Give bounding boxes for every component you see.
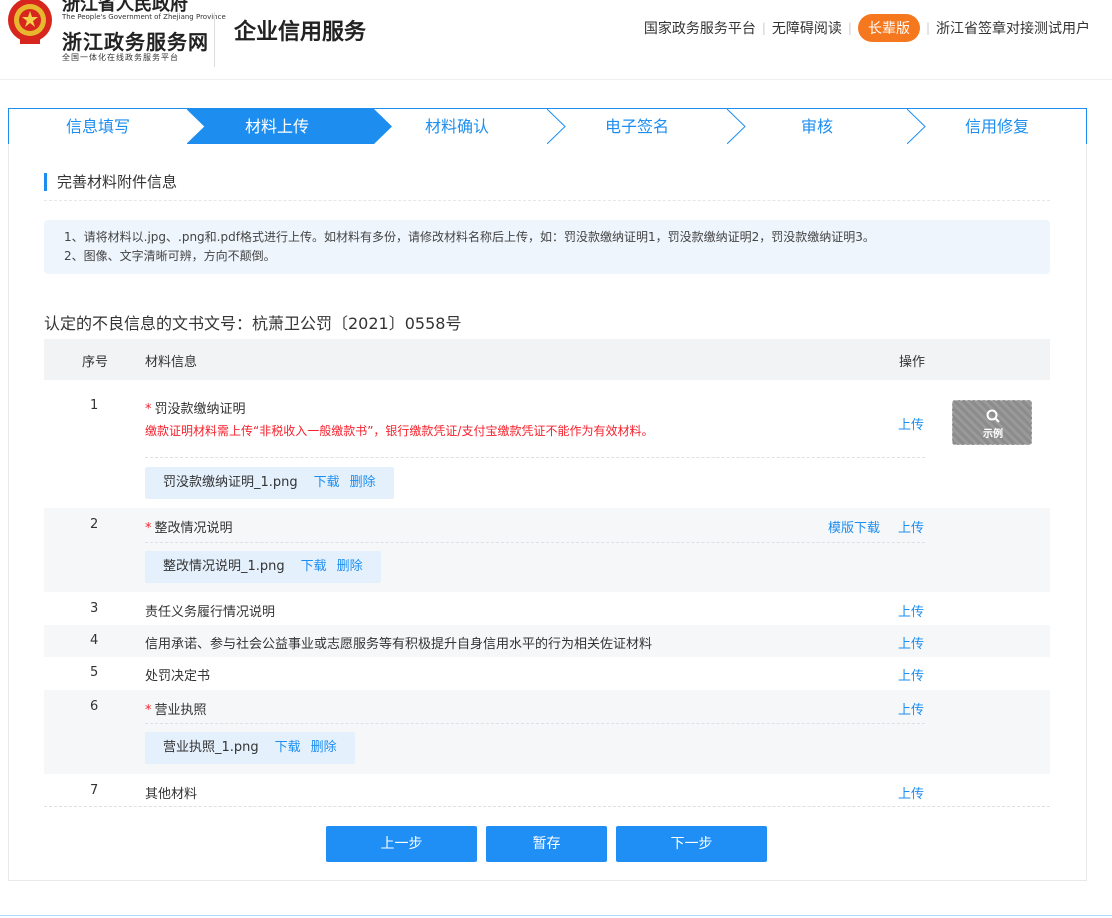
download-link[interactable]: 下载 (275, 740, 301, 755)
file-name: 罚没款缴纳证明_1.png (163, 475, 298, 490)
delete-link[interactable]: 删除 (337, 559, 363, 574)
required-mark: * (145, 402, 152, 417)
link-separator: | (925, 21, 930, 35)
table-row: 5 处罚决定书 上传 (44, 657, 1050, 690)
upload-link[interactable]: 上传 (898, 665, 924, 684)
upload-link[interactable]: 上传 (898, 517, 924, 536)
table-row: 3 责任义务履行情况说明 上传 (44, 592, 1050, 625)
section-title: 完善材料附件信息 (44, 173, 177, 191)
service-title: 企业信用服务 (234, 20, 367, 45)
material-name: 信用承诺、参与社会公益事业或志愿服务等有积极提升自身信用水平的行为相关佐证材料 (145, 637, 653, 652)
top-links: 国家政务服务平台 | 无障碍阅读 | 长辈版 | 浙江省签章对接测试用户 (644, 14, 1090, 42)
accessibility-link[interactable]: 无障碍阅读 (772, 18, 842, 38)
table-row: 2 * 整改情况说明 模版下载 上传 整改情况说明_1.png 下载 删除 (44, 508, 1050, 592)
table-row: 6 * 营业执照 上传 营业执照_1.png 下载 删除 (44, 690, 1050, 774)
delete-link[interactable]: 删除 (350, 475, 376, 490)
portal-name[interactable]: 浙江政务服务网 (62, 26, 209, 55)
material-name: * 整改情况说明 (145, 521, 233, 536)
row-number: 6 (90, 699, 99, 714)
step-material-upload: 材料上传 (244, 117, 309, 136)
template-download-link[interactable]: 模版下载 (828, 517, 880, 536)
row-number: 3 (90, 601, 99, 616)
link-separator: | (761, 21, 766, 35)
upload-link[interactable]: 上传 (898, 601, 924, 620)
table-header: 序号 材料信息 操作 (44, 339, 1050, 380)
table-row: 1 * 罚没款缴纳证明 缴款证明材料需上传“非税收入一般缴款书”，银行缴款凭证/支… (44, 380, 1050, 508)
magnifier-icon (986, 409, 1000, 423)
download-link[interactable]: 下载 (301, 559, 327, 574)
portal-subtitle: 全国一体化在线政务服务平台 (62, 53, 179, 62)
material-name: * 营业执照 (145, 703, 207, 718)
download-link[interactable]: 下载 (314, 475, 340, 490)
header-divider (214, 12, 215, 67)
divider (145, 542, 925, 543)
upload-link[interactable]: 上传 (898, 414, 924, 433)
step-info-fill: 信息填写 (65, 117, 130, 136)
divider (44, 200, 1050, 201)
example-label: 示例 (983, 429, 1003, 440)
material-name: 责任义务履行情况说明 (145, 605, 276, 620)
upload-link[interactable]: 上传 (898, 783, 924, 802)
footer-divider (0, 915, 1112, 916)
progress-steps: 信息填写 材料上传 材料确认 电子签名 审核 信用修复 (8, 108, 1087, 145)
step-e-signature: 电子签名 (604, 117, 669, 136)
required-mark: * (145, 703, 152, 718)
row-number: 1 (90, 398, 99, 413)
upload-link[interactable]: 上传 (898, 633, 924, 652)
divider (145, 723, 925, 724)
next-step-button[interactable]: 下一步 (616, 826, 767, 862)
column-no: 序号 (82, 355, 109, 370)
row-number: 7 (90, 783, 99, 798)
divider (44, 806, 1050, 807)
step-material-confirm: 材料确认 (424, 117, 489, 136)
upload-link[interactable]: 上传 (898, 699, 924, 718)
required-mark: * (145, 521, 152, 536)
material-warning: 缴款证明材料需上传“非税收入一般缴款书”，银行缴款凭证/支付宝缴款凭证不能作为有… (145, 424, 654, 438)
column-info: 材料信息 (145, 355, 198, 370)
row-number: 4 (90, 633, 99, 648)
column-operation: 操作 (899, 355, 926, 370)
elder-mode-button[interactable]: 长辈版 (857, 14, 920, 42)
link-separator: | (847, 21, 852, 35)
gov-name-en: The People's Government of Zhejiang Prov… (62, 13, 226, 21)
step-review: 审核 (800, 117, 833, 136)
divider (145, 457, 925, 458)
file-name: 整改情况说明_1.png (163, 559, 285, 574)
row-number: 2 (90, 517, 99, 532)
material-name: 处罚决定书 (145, 669, 211, 684)
uploaded-file: 营业执照_1.png 下载 删除 (145, 732, 355, 764)
table-row: 4 信用承诺、参与社会公益事业或志愿服务等有积极提升自身信用水平的行为相关佐证材… (44, 625, 1050, 657)
file-name: 营业执照_1.png (163, 740, 259, 755)
notice-line-1: 1、请将材料以.jpg、.png和.pdf格式进行上传。如材料有多份，请修改材料… (64, 230, 875, 244)
upload-notice: 1、请将材料以.jpg、.png和.pdf格式进行上传。如材料有多份，请修改材料… (44, 220, 1050, 274)
uploaded-file: 罚没款缴纳证明_1.png 下载 删除 (145, 467, 394, 499)
prev-step-button[interactable]: 上一步 (326, 826, 477, 862)
national-platform-link[interactable]: 国家政务服务平台 (644, 18, 756, 38)
material-name: * 罚没款缴纳证明 (145, 402, 246, 417)
save-draft-button[interactable]: 暂存 (486, 826, 607, 862)
document-number: 认定的不良信息的文书文号：杭萧卫公罚〔2021〕0558号 (44, 314, 462, 333)
row-number: 5 (90, 665, 99, 680)
step-credit-repair: 信用修复 (964, 117, 1029, 136)
material-name: 其他材料 (145, 787, 198, 802)
example-thumbnail[interactable]: 示例 (952, 400, 1032, 445)
table-row: 7 其他材料 上传 (44, 774, 1050, 807)
site-header: 浙江省人民政府 The People's Government of Zheji… (0, 0, 1112, 80)
national-emblem-icon (8, 0, 52, 44)
uploaded-file: 整改情况说明_1.png 下载 删除 (145, 551, 381, 583)
notice-line-2: 2、图像、文字清晰可辨，方向不颠倒。 (64, 249, 276, 263)
user-name-link[interactable]: 浙江省签章对接测试用户 (936, 18, 1090, 38)
delete-link[interactable]: 删除 (311, 740, 337, 755)
